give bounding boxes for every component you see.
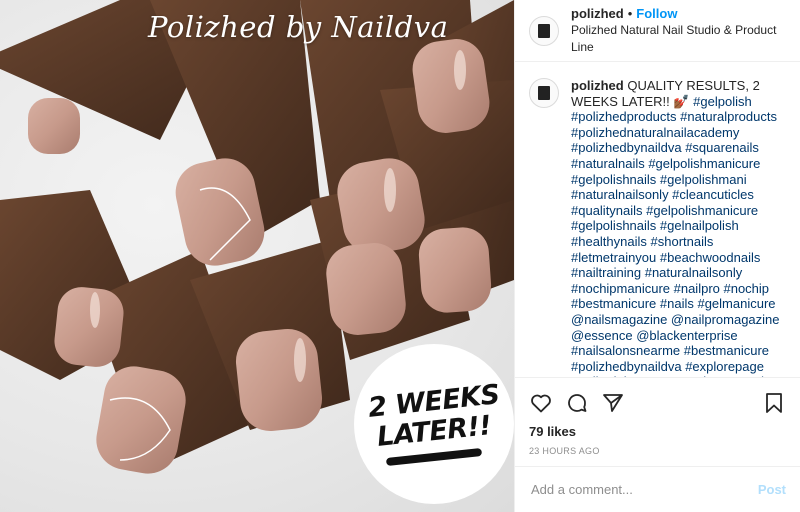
caption-hashtags[interactable]: #gelpolish #polizhedproducts #naturalpro…	[571, 94, 780, 377]
badge-underline	[385, 448, 483, 466]
location-subtitle[interactable]: Polizhed Natural Nail Studio & Product L…	[571, 22, 786, 56]
share-icon[interactable]	[601, 391, 625, 415]
avatar-logo-icon	[538, 23, 550, 38]
post-header: polizhed • Follow Polizhed Natural Nail St…	[515, 0, 800, 62]
caption-area: polizhed QUALITY RESULTS, 2 WEEKS LATER!…	[515, 62, 800, 377]
caption-avatar[interactable]	[529, 78, 559, 108]
nail-polish-emoji: 💅🏾	[673, 93, 690, 109]
post-comment-button[interactable]: Post	[758, 482, 786, 497]
post-timestamp[interactable]: 23 HOURS AGO	[529, 446, 786, 456]
caption-username[interactable]: polizhed	[571, 78, 624, 93]
watermark-text: Polizhed by Naildva	[148, 10, 449, 44]
comment-icon[interactable]	[565, 391, 589, 415]
action-icons	[529, 384, 786, 422]
bookmark-icon[interactable]	[762, 391, 786, 415]
likes-count[interactable]: 79 likes	[529, 424, 786, 439]
post-photo[interactable]: Polizhed by Naildva 2 WEEKS LATER!!	[0, 0, 514, 512]
heart-icon[interactable]	[529, 391, 553, 415]
comment-input[interactable]	[529, 481, 758, 498]
instagram-post: Polizhed by Naildva 2 WEEKS LATER!! poli…	[0, 0, 800, 512]
caption: polizhed QUALITY RESULTS, 2 WEEKS LATER!…	[571, 78, 781, 377]
avatar[interactable]	[529, 15, 559, 46]
follow-button[interactable]: Follow	[636, 6, 677, 21]
avatar-logo-icon	[538, 86, 550, 100]
post-sidebar: polizhed • Follow Polizhed Natural Nail St…	[514, 0, 800, 512]
two-weeks-later-badge: 2 WEEKS LATER!!	[354, 344, 514, 504]
comment-bar: Post	[515, 466, 800, 512]
separator-dot: •	[627, 6, 633, 21]
header-username[interactable]: polizhed	[571, 6, 624, 21]
actions-area: 79 likes 23 HOURS AGO	[515, 377, 800, 466]
